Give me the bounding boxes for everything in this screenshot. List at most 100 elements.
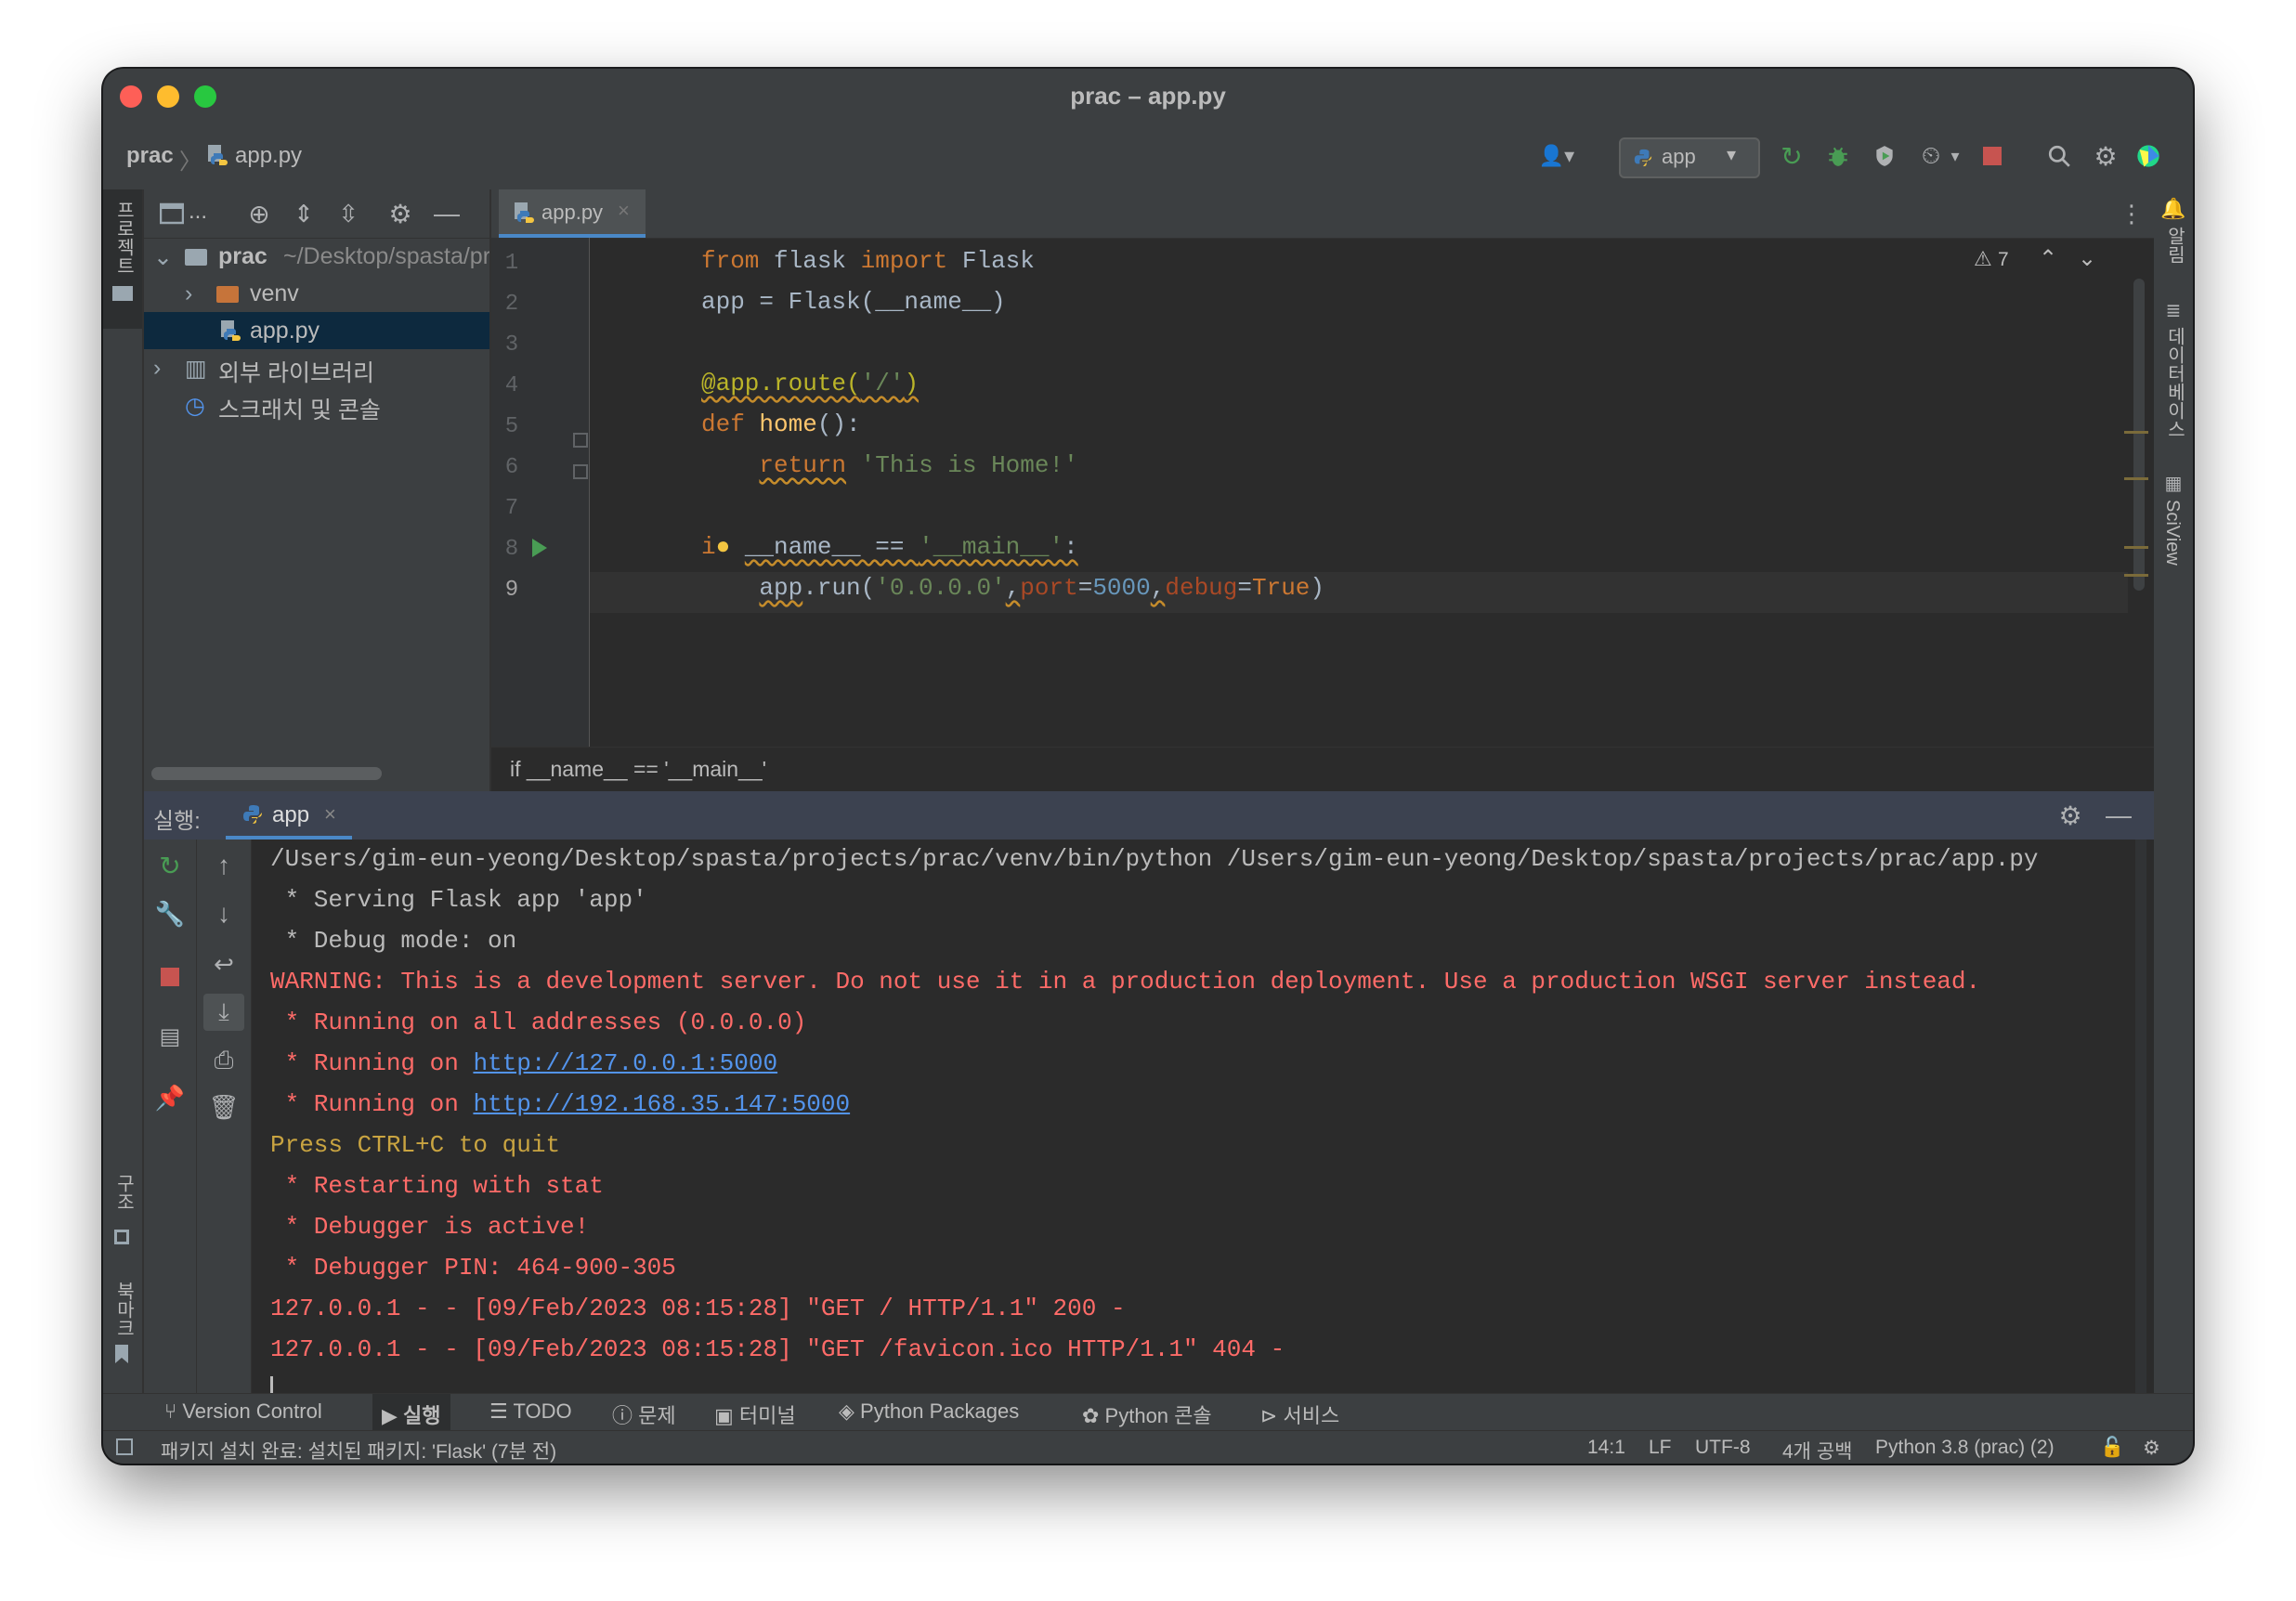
more-run-actions-chevron-icon[interactable]: ▾ [1946,141,1964,171]
python-interpreter[interactable]: Python 3.8 (prac) (2) [1875,1437,2055,1459]
tool-tab-python-packages[interactable]: ◈ Python Packages [839,1399,1019,1424]
wrench-icon[interactable]: 🔧 [155,899,185,929]
hide-panel-icon[interactable]: — [2104,800,2133,830]
status-message[interactable]: 패키지 설치 완료: 설치된 패키지: 'Flask' (7분 전) [161,1437,556,1464]
settings-gear-icon[interactable]: ⚙ [2091,141,2120,171]
run-tab-app[interactable]: app × [226,791,352,840]
toggle-tool-windows-icon[interactable] [116,1438,133,1455]
project-view-label[interactable]: ... [189,199,207,225]
list-icon: ☰ [489,1399,514,1423]
console-scrollbar[interactable] [2135,840,2146,1393]
indent-setting[interactable]: 4개 공백 [1782,1437,1852,1464]
print-icon[interactable]: ⎙ [209,1046,239,1075]
run-console[interactable]: /Users/gim-eun-yeong/Desktop/spasta/proj… [252,840,2128,1408]
tool-tab-todo[interactable]: ☰ TODO [489,1399,572,1424]
tree-item-external-libraries[interactable]: › ▥ 외부 라이브러리 [144,349,489,386]
notifications-tool-tab[interactable]: 🔔 알림 [2154,189,2193,282]
locate-file-icon[interactable]: ⊕ [244,199,274,228]
tool-tab-version-control[interactable]: ⑂ Version Control [164,1399,322,1424]
horizontal-scrollbar[interactable] [151,767,382,780]
trash-icon[interactable]: 🗑 [209,1092,240,1122]
project-view-icon[interactable] [159,201,185,227]
database-icon: ≣ [2165,300,2182,321]
expand-all-icon[interactable]: ⇕ [289,199,319,228]
tree-item-app-py[interactable]: app.py [144,312,489,349]
console-line: * Running on http://192.168.35.147:5000 [270,1090,851,1118]
down-arrow-icon[interactable]: ↓ [209,899,239,929]
soft-wrap-icon[interactable]: ↩ [209,949,239,979]
coverage-icon[interactable] [1870,141,1899,171]
lock-icon[interactable]: 🔓 [2100,1437,2124,1459]
warning-stripe-mark[interactable] [2124,546,2148,549]
rerun-icon[interactable]: ↻ [1777,141,1807,171]
line-separator[interactable]: LF [1649,1437,1672,1459]
more-options-icon[interactable]: ⋮ [2119,199,2145,228]
warning-stripe-mark[interactable] [2124,431,2148,434]
console-line: 127.0.0.1 - - [09/Feb/2023 08:15:28] "GE… [270,1295,1126,1322]
database-tab-label: 데이터베이스 [2164,327,2185,438]
console-link[interactable]: http://192.168.35.147:5000 [473,1090,850,1118]
tool-tab-services[interactable]: ⊳ 서비스 [1260,1399,1339,1429]
project-settings-gear-icon[interactable]: ⚙ [385,199,415,228]
run-toolbar-primary: ↻ 🔧 ▤ 📌 [144,840,197,1393]
stop-icon[interactable] [1981,145,2003,167]
search-icon[interactable] [2044,141,2074,171]
stop-icon[interactable] [157,964,183,990]
close-tab-icon[interactable]: × [618,199,630,223]
tree-item-scratches[interactable]: ◷ 스크래치 및 콘솔 [144,386,489,423]
profile-icon[interactable]: ⏲ [1916,141,1946,171]
console-line: * Debugger PIN: 464-900-305 [270,1254,676,1282]
debug-bug-icon[interactable] [1823,141,1853,171]
tree-item-prac[interactable]: ⌄ prac ~/Desktop/spasta/projects/prac [144,238,489,275]
sciview-tool-tab[interactable]: ▦ SciView [2154,468,2193,589]
bookmark-icon [115,1345,128,1363]
caret-position[interactable]: 14:1 [1587,1437,1625,1459]
vertical-scrollbar[interactable] [2133,279,2145,591]
ide-logo-icon[interactable] [2133,141,2163,171]
bell-icon: 🔔 [2160,197,2186,220]
tool-tab-terminal[interactable]: ▣ 터미널 [714,1399,796,1429]
console-link[interactable]: http://127.0.0.1:5000 [473,1049,777,1077]
ide-window: prac – app.py prac 〉 app.py 👤▾ app ▾ ↻ ⏲… [103,69,2193,1464]
code-breadcrumb[interactable]: if __name__ == '__main__' [510,757,766,782]
tree-item-label: prac [218,243,267,269]
project-tool-tab[interactable]: 프로젝트 [103,189,142,329]
breadcrumb-project[interactable]: prac [126,143,174,169]
close-tab-icon[interactable]: × [324,802,336,827]
breadcrumb-separator-icon: 〉 [179,150,202,175]
structure-tool-tab[interactable]: 구조 [103,1174,142,1257]
tree-item-venv[interactable]: › venv [144,275,489,312]
project-panel: ... ⊕ ⇕ ⇳ ⚙ — ⌄ prac ~/Desktop/spasta/pr… [144,189,491,791]
branch-icon: ⑂ [164,1399,183,1423]
warning-stripe-mark[interactable] [2124,477,2148,480]
database-tool-tab[interactable]: ≣ 데이터베이스 [2154,295,2193,444]
services-icon: ⊳ [1260,1404,1284,1427]
background-tasks-icon[interactable]: ⚙ [2143,1437,2160,1460]
previous-highlight-icon[interactable]: ⌃ [2039,245,2057,272]
inspection-widget[interactable]: ⚠ 7 ⌃ ⌄ [1974,245,2113,275]
console-line: * Running on http://127.0.0.1:5000 [270,1049,778,1077]
warning-stripe-mark[interactable] [2124,574,2148,577]
bookmarks-tool-tab[interactable]: 북마크 [103,1282,142,1374]
collapse-all-icon[interactable]: ⇳ [333,199,363,228]
up-arrow-icon[interactable]: ↑ [209,851,239,880]
pin-icon[interactable]: 📌 [155,1083,185,1113]
console-line: * Restarting with stat [270,1172,604,1200]
layout-icon[interactable]: ▤ [155,1022,185,1051]
file-encoding[interactable]: UTF-8 [1695,1437,1751,1459]
tool-tab-python-console[interactable]: ✿ Python 콘솔 [1082,1399,1212,1429]
code-area[interactable]: from flask import Flask app = Flask(__na… [491,238,2126,747]
next-highlight-icon[interactable]: ⌄ [2078,245,2096,272]
run-settings-gear-icon[interactable]: ⚙ [2055,800,2085,830]
breadcrumb-file[interactable]: app.py [235,143,302,169]
hide-panel-icon[interactable]: — [432,199,462,228]
sciview-icon: ▦ [2164,473,2183,494]
rerun-icon[interactable]: ↻ [155,851,185,880]
tool-tab-run[interactable]: ▶ 실행 [372,1394,450,1431]
editor-tab-app-py[interactable]: app.py × [499,189,646,238]
run-config-label: app [1662,145,1696,168]
scroll-to-end-icon[interactable]: ⤓ [203,994,244,1031]
tool-tab-problems[interactable]: ⓘ 문제 [612,1399,676,1429]
run-config-selector[interactable]: app ▾ [1619,137,1760,178]
vcs-user-icon[interactable]: 👤▾ [1533,141,1580,171]
